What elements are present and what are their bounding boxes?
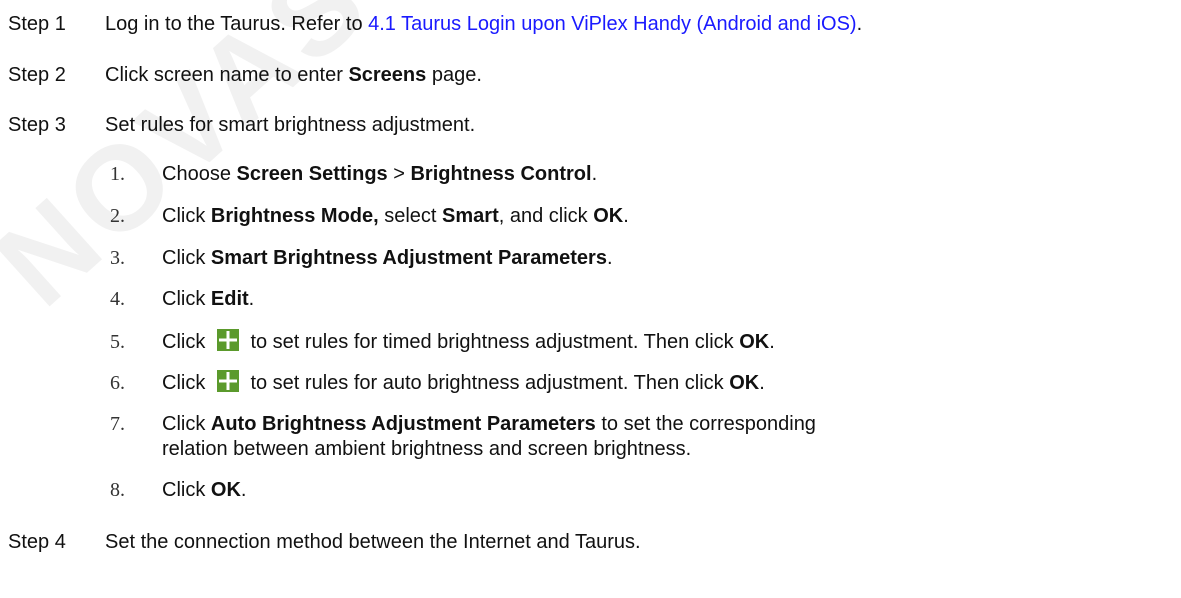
text: . xyxy=(769,331,775,353)
text: > xyxy=(387,163,411,185)
text: Click xyxy=(162,413,211,435)
text: . xyxy=(240,479,247,501)
text: to set rules for auto brightness adjustm… xyxy=(244,372,730,394)
step-text-end: page. xyxy=(426,64,482,86)
text: . xyxy=(606,247,613,269)
substep-7: 7. Click Auto Brightness Adjustment Param… xyxy=(110,412,816,462)
text: to set rules for timed brightness adjust… xyxy=(244,331,740,353)
substep-number: 5. xyxy=(110,331,125,353)
substep-number: 3. xyxy=(110,247,125,269)
ok-label: OK xyxy=(729,372,760,394)
ok-label: OK xyxy=(739,331,770,353)
plus-icon xyxy=(216,329,239,351)
ok-label: OK xyxy=(210,479,241,501)
substep-7-text: Click Auto Brightness Adjustment Paramet… xyxy=(162,412,816,462)
substep-number: 4. xyxy=(110,288,125,310)
substep-5: 5. Click to set rules for timed brightnes… xyxy=(110,329,775,355)
substep-number: 6. xyxy=(110,372,125,394)
step-3: Step 3 Set rules for smart brightness adj… xyxy=(8,113,475,137)
substep-4: 4. Click Edit. xyxy=(110,287,254,312)
text: Click xyxy=(162,205,211,227)
text: Click xyxy=(162,479,211,501)
substep-8: 8. Click OK. xyxy=(110,478,246,503)
text: relation between ambient brightness and … xyxy=(162,438,692,460)
text: Click xyxy=(162,288,211,310)
substep-3: 3. Click Smart Brightness Adjustment Para… xyxy=(110,246,613,271)
step-text: Click screen name to enter xyxy=(105,64,349,86)
edit-label: Edit xyxy=(210,288,249,310)
auto-brightness-params-label: Auto Brightness Adjustment Parameters xyxy=(210,413,596,435)
ok-label: OK xyxy=(593,205,624,227)
step-text: Log in to the Taurus. Refer to xyxy=(105,13,369,35)
brightness-mode-label: Brightness Mode, xyxy=(210,205,379,227)
text: . xyxy=(591,163,598,185)
text: . xyxy=(759,372,765,394)
text: . xyxy=(248,288,255,310)
step-label: Step 2 xyxy=(8,64,66,86)
text: Choose xyxy=(162,163,237,185)
brightness-control-label: Brightness Control xyxy=(410,163,592,185)
substep-6: 6. Click to set rules for auto brightness… xyxy=(110,370,765,396)
text: select xyxy=(378,205,443,227)
screen-settings-label: Screen Settings xyxy=(236,163,388,185)
screens-label: Screens xyxy=(348,64,427,86)
step-4: Step 4 Set the connection method between … xyxy=(8,530,641,554)
smart-label: Smart xyxy=(442,205,499,227)
substep-number: 8. xyxy=(110,479,125,501)
step-label: Step 4 xyxy=(8,531,66,553)
text: Click xyxy=(162,247,211,269)
step-2: Step 2 Click screen name to enter Screens… xyxy=(8,63,482,87)
text: to set the corresponding xyxy=(595,413,816,435)
text: , and click xyxy=(498,205,594,227)
substep-2: 2. Click Brightness Mode, select Smart, a… xyxy=(110,204,629,229)
substep-number: 1. xyxy=(110,163,125,185)
step-text-end: . xyxy=(856,13,863,35)
step-text: Set rules for smart brightness adjustmen… xyxy=(105,114,476,136)
substep-1: 1. Choose Screen Settings > Brightness Co… xyxy=(110,162,597,187)
login-reference-link[interactable]: 4.1 Taurus Login upon ViPlex Handy (Andr… xyxy=(368,13,856,35)
substep-number: 7. xyxy=(110,413,125,435)
plus-icon xyxy=(216,370,239,392)
step-label: Step 1 xyxy=(8,13,66,35)
text: Click xyxy=(162,331,211,353)
text: Click xyxy=(162,372,211,394)
step-label: Step 3 xyxy=(8,114,66,136)
step-1: Step 1 Log in to the Taurus. Refer to 4.1… xyxy=(8,12,862,36)
substep-number: 2. xyxy=(110,205,125,227)
step-text: Set the connection method between the In… xyxy=(105,531,641,553)
text: . xyxy=(623,205,629,227)
smart-brightness-params-label: Smart Brightness Adjustment Parameters xyxy=(210,247,607,269)
